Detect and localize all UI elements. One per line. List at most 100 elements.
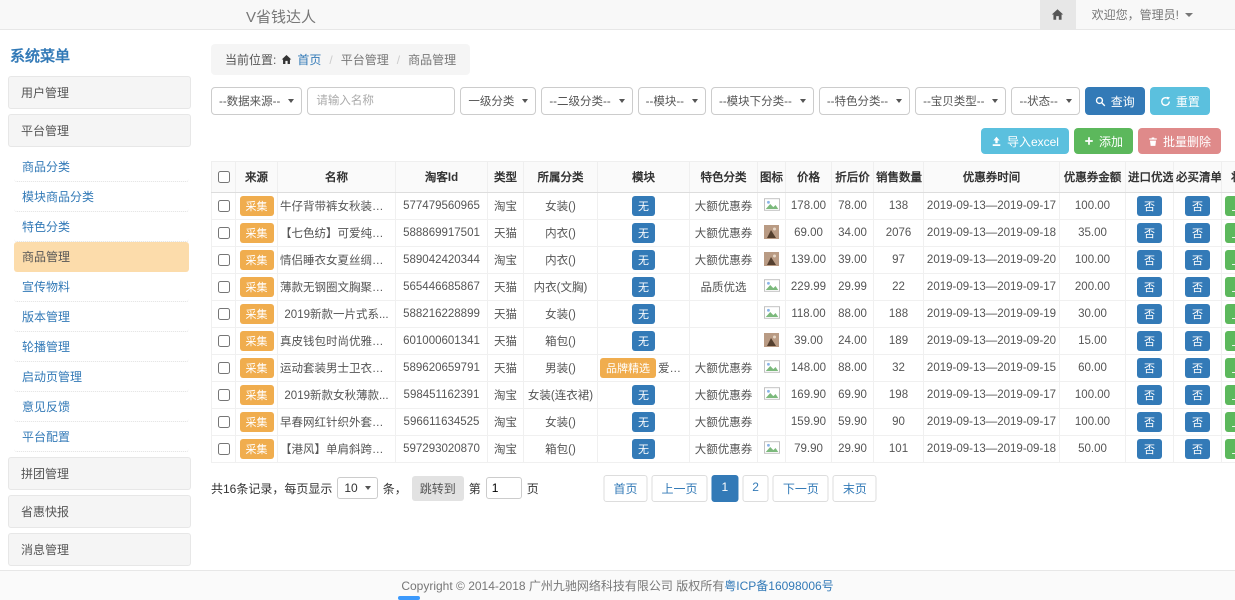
status-button[interactable]: 上架 — [1225, 304, 1235, 324]
sidebar-section[interactable]: 省惠快报 — [8, 495, 191, 528]
filter-select[interactable]: --特色分类-- — [819, 87, 910, 115]
filter-select[interactable]: 一级分类 — [460, 87, 536, 115]
import-select-toggle[interactable]: 否 — [1137, 250, 1162, 270]
status-button[interactable]: 上架 — [1225, 277, 1235, 297]
row-checkbox[interactable] — [218, 362, 230, 374]
must-buy-toggle[interactable]: 否 — [1185, 304, 1210, 324]
import-select-toggle[interactable]: 否 — [1137, 304, 1162, 324]
import-select-toggle[interactable]: 否 — [1137, 439, 1162, 459]
search-button[interactable]: 查询 — [1085, 87, 1145, 115]
import-select-toggle[interactable]: 否 — [1137, 331, 1162, 351]
taoke-id: 588216228899 — [396, 301, 488, 328]
breadcrumb-label: 当前位置: — [225, 51, 276, 68]
import-select-toggle[interactable]: 否 — [1137, 412, 1162, 432]
sidebar-item[interactable]: 轮播管理 — [14, 332, 189, 362]
name-search-input[interactable] — [307, 87, 455, 115]
sidebar-item[interactable]: 特色分类 — [14, 212, 189, 242]
filter-select[interactable]: --数据来源-- — [211, 87, 302, 115]
must-buy-toggle[interactable]: 否 — [1185, 223, 1210, 243]
row-checkbox[interactable] — [218, 254, 230, 266]
row-checkbox[interactable] — [218, 281, 230, 293]
row-checkbox[interactable] — [218, 335, 230, 347]
import-select-toggle[interactable]: 否 — [1137, 223, 1162, 243]
column-header: 名称 — [278, 162, 396, 193]
select-all-checkbox[interactable] — [218, 171, 230, 183]
sidebar-item[interactable]: 启动页管理 — [14, 362, 189, 392]
must-buy-toggle[interactable]: 否 — [1185, 412, 1210, 432]
must-buy-toggle[interactable]: 否 — [1185, 277, 1210, 297]
per-page-select[interactable]: 10 — [337, 477, 377, 499]
must-buy-toggle[interactable]: 否 — [1185, 385, 1210, 405]
page-button[interactable]: 末页 — [833, 475, 877, 502]
import-select-toggle[interactable]: 否 — [1137, 196, 1162, 216]
sidebar-section[interactable]: 拼团管理 — [8, 457, 191, 490]
page-number-input[interactable] — [486, 477, 522, 499]
sidebar-submenu: 商品分类模块商品分类特色分类商品管理宣传物料版本管理轮播管理启动页管理意见反馈平… — [8, 152, 191, 457]
row-checkbox[interactable] — [218, 200, 230, 212]
status-button[interactable]: 上架 — [1225, 358, 1235, 378]
row-checkbox[interactable] — [218, 416, 230, 428]
filter-select[interactable]: --状态-- — [1011, 87, 1079, 115]
import-select-toggle[interactable]: 否 — [1137, 358, 1162, 378]
status-button[interactable]: 上架 — [1225, 439, 1235, 459]
coupon-time: 2019-09-13—2019-09-17 — [924, 274, 1060, 301]
breadcrumb-home-link[interactable]: 首页 — [297, 51, 321, 68]
page-button[interactable]: 下一页 — [773, 475, 829, 502]
home-nav-button[interactable] — [1040, 0, 1076, 29]
must-buy-toggle[interactable]: 否 — [1185, 331, 1210, 351]
row-checkbox[interactable] — [218, 443, 230, 455]
jump-to-button[interactable]: 跳转到 — [412, 476, 464, 501]
sidebar-item[interactable]: 模块商品分类 — [14, 182, 189, 212]
chevron-down-icon — [619, 99, 625, 103]
page-button[interactable]: 首页 — [603, 475, 647, 502]
status-button[interactable]: 上架 — [1225, 331, 1235, 351]
sidebar-item[interactable]: 平台配置 — [14, 422, 189, 452]
import-excel-button[interactable]: 导入excel — [981, 128, 1069, 154]
filter-select[interactable]: --模块下分类-- — [711, 87, 814, 115]
must-buy-toggle[interactable]: 否 — [1185, 250, 1210, 270]
status-button[interactable]: 上架 — [1225, 196, 1235, 216]
source-cell: 采集 — [236, 328, 278, 355]
filter-select[interactable]: --宝贝类型-- — [915, 87, 1006, 115]
batch-delete-button[interactable]: 批量删除 — [1138, 128, 1221, 154]
source-cell: 采集 — [236, 382, 278, 409]
icon-cell — [758, 328, 786, 355]
import-select-toggle[interactable]: 否 — [1137, 385, 1162, 405]
status-button[interactable]: 上架 — [1225, 385, 1235, 405]
icon-cell — [758, 247, 786, 274]
sidebar-item[interactable]: 商品管理 — [14, 242, 189, 272]
sidebar-section[interactable]: 消息管理 — [8, 533, 191, 566]
source-cell: 采集 — [236, 220, 278, 247]
filter-select[interactable]: --模块-- — [638, 87, 706, 115]
product-category: 女装() — [524, 301, 598, 328]
import-select-toggle[interactable]: 否 — [1137, 277, 1162, 297]
add-button[interactable]: 添加 — [1074, 128, 1133, 154]
filter-select[interactable]: --二级分类-- — [541, 87, 632, 115]
must-buy-toggle[interactable]: 否 — [1185, 439, 1210, 459]
reset-button[interactable]: 重置 — [1150, 87, 1210, 115]
coupon-time: 2019-09-13—2019-09-18 — [924, 436, 1060, 463]
sidebar-item[interactable]: 宣传物料 — [14, 272, 189, 302]
page-button[interactable]: 上一页 — [651, 475, 707, 502]
page-button[interactable]: 1 — [712, 475, 739, 502]
status-cell: 上架 — [1222, 301, 1235, 328]
must-buy-toggle[interactable]: 否 — [1185, 358, 1210, 378]
status-button[interactable]: 上架 — [1225, 250, 1235, 270]
must-buy-toggle[interactable]: 否 — [1185, 196, 1210, 216]
page-button[interactable]: 2 — [742, 475, 769, 502]
sidebar-item[interactable]: 商品分类 — [14, 152, 189, 182]
horizontal-scrollbar-thumb[interactable] — [398, 596, 420, 600]
module-text: 爱上运动 — [658, 363, 690, 375]
user-menu[interactable]: 欢迎您，管理员! — [1076, 6, 1235, 23]
discount-price: 39.00 — [832, 247, 874, 274]
sidebar-item[interactable]: 意见反馈 — [14, 392, 189, 422]
row-checkbox[interactable] — [218, 227, 230, 239]
status-button[interactable]: 上架 — [1225, 412, 1235, 432]
row-checkbox[interactable] — [218, 308, 230, 320]
sidebar-section[interactable]: 平台管理 — [8, 114, 191, 147]
status-button[interactable]: 上架 — [1225, 223, 1235, 243]
sidebar-section[interactable]: 用户管理 — [8, 76, 191, 109]
icp-link[interactable]: 粤ICP备16098006号 — [724, 577, 833, 594]
sidebar-item[interactable]: 版本管理 — [14, 302, 189, 332]
row-checkbox[interactable] — [218, 389, 230, 401]
